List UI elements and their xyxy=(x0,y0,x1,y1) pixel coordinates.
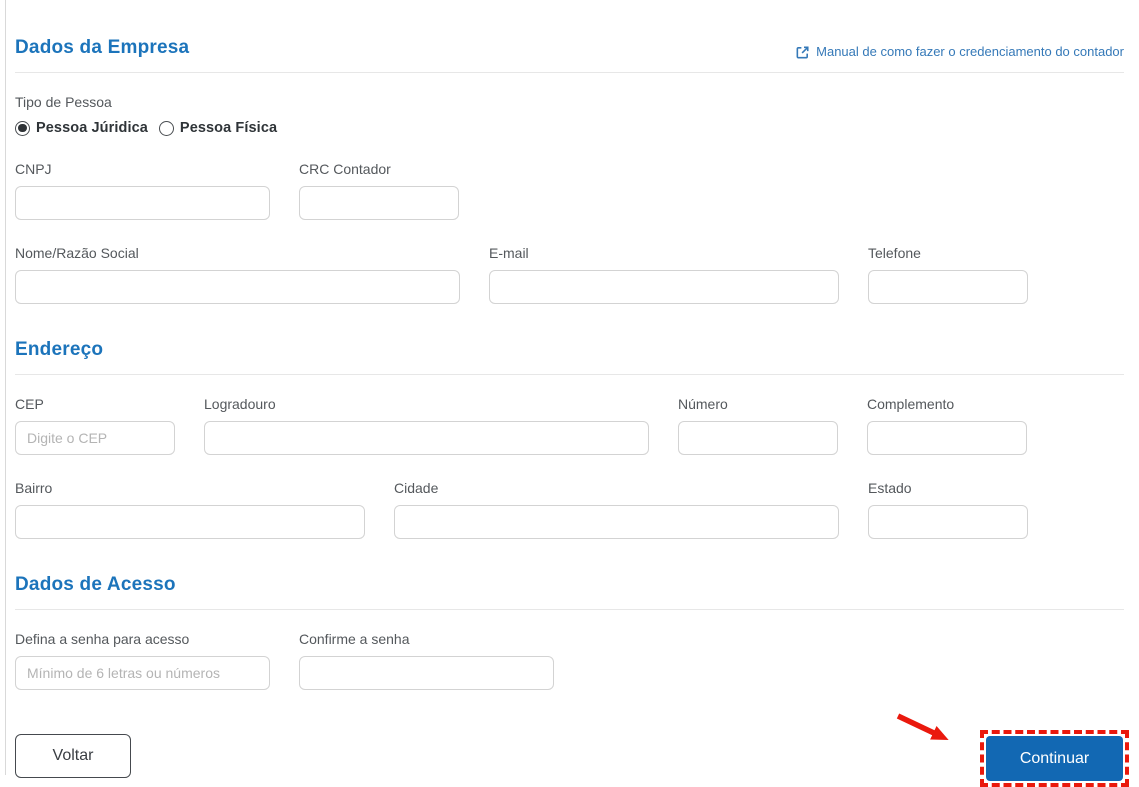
crc-contador-input[interactable] xyxy=(299,186,459,220)
endereco-row-1: CEP Logradouro Número Complemento xyxy=(15,396,1124,455)
complemento-label: Complemento xyxy=(867,396,955,412)
crc-label: CRC Contador xyxy=(299,161,391,177)
continuar-button[interactable]: Continuar xyxy=(986,736,1123,781)
cnpj-field-group: CNPJ xyxy=(15,161,270,220)
manual-link-label: Manual de como fazer o credenciamento do… xyxy=(816,44,1124,59)
confirmar-senha-input[interactable] xyxy=(299,656,554,690)
estado-label: Estado xyxy=(868,480,912,496)
estado-field-group: Estado xyxy=(868,480,1028,539)
bairro-field-group: Bairro xyxy=(15,480,365,539)
tipo-pessoa-radio-group: Pessoa Júridica Pessoa Física xyxy=(15,120,1124,136)
company-section-title: Dados da Empresa xyxy=(15,37,190,58)
numero-input[interactable] xyxy=(678,421,838,455)
company-section-header: Dados da Empresa Manual de como fazer o … xyxy=(15,36,1124,60)
crc-field-group: CRC Contador xyxy=(299,161,459,220)
numero-field-group: Número xyxy=(678,396,838,455)
senha-input[interactable] xyxy=(15,656,270,690)
cep-input[interactable] xyxy=(15,421,175,455)
endereco-section-divider xyxy=(15,374,1124,375)
acesso-section-header: Dados de Acesso xyxy=(15,573,1124,597)
cep-label: CEP xyxy=(15,396,44,412)
nome-field-group: Nome/Razão Social xyxy=(15,245,460,304)
complemento-field-group: Complemento xyxy=(867,396,1027,455)
bairro-input[interactable] xyxy=(15,505,365,539)
credenciamento-form: Dados da Empresa Manual de como fazer o … xyxy=(15,0,1129,787)
cidade-input[interactable] xyxy=(394,505,839,539)
company-row-2: Nome/Razão Social E-mail Telefone xyxy=(15,245,1124,304)
radio-unselected-icon xyxy=(158,120,174,136)
red-arrow-icon xyxy=(894,712,958,753)
bairro-label: Bairro xyxy=(15,480,53,496)
dashed-red-highlight: Continuar xyxy=(980,730,1129,787)
form-footer: Voltar Continuar xyxy=(15,713,1129,787)
voltar-button[interactable]: Voltar xyxy=(15,734,131,778)
email-label: E-mail xyxy=(489,245,529,261)
radio-pessoa-juridica[interactable]: Pessoa Júridica xyxy=(15,120,148,136)
acesso-section-title: Dados de Acesso xyxy=(15,574,176,595)
email-input[interactable] xyxy=(489,270,839,304)
telefone-input[interactable] xyxy=(868,270,1028,304)
confirmar-senha-field-group: Confirme a senha xyxy=(299,631,554,690)
numero-label: Número xyxy=(678,396,728,412)
acesso-row-1: Defina a senha para acesso Confirme a se… xyxy=(15,631,1124,690)
radio-pessoa-juridica-label: Pessoa Júridica xyxy=(36,120,148,136)
radio-pessoa-fisica[interactable]: Pessoa Física xyxy=(158,120,278,136)
radio-selected-icon xyxy=(15,120,30,136)
endereco-row-2: Bairro Cidade Estado xyxy=(15,480,1124,539)
cidade-field-group: Cidade xyxy=(394,480,839,539)
complemento-input[interactable] xyxy=(867,421,1027,455)
confirmar-senha-label: Confirme a senha xyxy=(299,631,410,647)
cnpj-label: CNPJ xyxy=(15,161,52,177)
endereco-section-header: Endereço xyxy=(15,338,1124,362)
external-link-icon xyxy=(795,45,810,60)
logradouro-label: Logradouro xyxy=(204,396,276,412)
endereco-section-title: Endereço xyxy=(15,339,104,360)
logradouro-field-group: Logradouro xyxy=(204,396,649,455)
company-section-divider xyxy=(15,72,1124,73)
estado-input[interactable] xyxy=(868,505,1028,539)
nome-razao-label: Nome/Razão Social xyxy=(15,245,139,261)
senha-label: Defina a senha para acesso xyxy=(15,631,190,647)
acesso-section-divider xyxy=(15,609,1124,610)
radio-pessoa-fisica-label: Pessoa Física xyxy=(179,120,278,136)
panel-left-border xyxy=(5,0,6,775)
cnpj-input[interactable] xyxy=(15,186,270,220)
nome-razao-input[interactable] xyxy=(15,270,460,304)
manual-credenciamento-link[interactable]: Manual de como fazer o credenciamento do… xyxy=(795,44,1124,60)
cidade-label: Cidade xyxy=(394,480,439,496)
tipo-pessoa-label: Tipo de Pessoa xyxy=(15,94,112,110)
cep-field-group: CEP xyxy=(15,396,175,455)
logradouro-input[interactable] xyxy=(204,421,649,455)
telefone-field-group: Telefone xyxy=(868,245,1028,304)
senha-field-group: Defina a senha para acesso xyxy=(15,631,270,690)
email-field-group: E-mail xyxy=(489,245,839,304)
company-row-1: CNPJ CRC Contador xyxy=(15,161,1124,220)
telefone-label: Telefone xyxy=(868,245,921,261)
